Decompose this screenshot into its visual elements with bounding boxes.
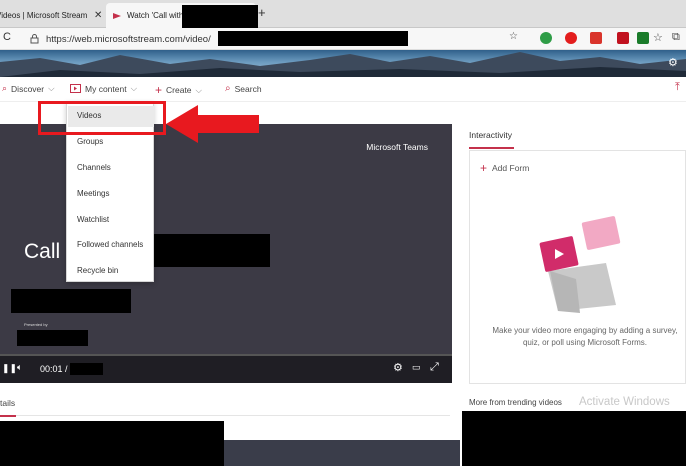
tab-title: Watch 'Call with xyxy=(127,11,184,20)
presented-by-label: Presented by xyxy=(24,322,48,327)
volume-icon[interactable]: 🔈︎ xyxy=(17,362,22,373)
menu-item-channels[interactable]: Channels xyxy=(77,163,111,172)
menu-item-recycle-bin[interactable]: Recycle bin xyxy=(77,266,118,275)
video-title: Call xyxy=(24,240,61,263)
lock-icon xyxy=(30,34,39,44)
activate-windows-watermark: Activate Windows xyxy=(579,396,670,408)
new-tab-button[interactable]: + xyxy=(258,5,266,20)
nav-create[interactable]: + Create ⌵ xyxy=(155,83,202,97)
redacted-region xyxy=(17,330,88,346)
add-form-label: Add Form xyxy=(492,163,530,173)
pdf-extension-icon[interactable] xyxy=(617,32,629,44)
interactivity-panel: + Add Form Make your video more engaging… xyxy=(469,150,686,384)
nav-create-label: Create xyxy=(166,85,192,95)
redacted-region xyxy=(70,363,103,375)
menu-item-meetings[interactable]: Meetings xyxy=(77,189,109,198)
tab-videos[interactable]: Videos | Microsoft Stream ✕ xyxy=(0,3,106,28)
chevron-down-icon: ⌵ xyxy=(48,83,55,93)
mountain-banner-image xyxy=(0,52,686,77)
video-brand-label: Microsoft Teams xyxy=(366,142,428,152)
my-content-icon xyxy=(70,84,81,93)
nav-discover[interactable]: ⌕ Discover ⌵ xyxy=(2,83,55,94)
fullscreen-icon[interactable]: ⤢ xyxy=(430,361,439,374)
search-label: Search xyxy=(234,83,262,94)
plus-icon: + xyxy=(480,161,488,175)
nav-my-content[interactable]: My content ⌵ xyxy=(70,83,137,94)
add-form-button[interactable]: + Add Form xyxy=(480,161,529,175)
tab-title: Videos | Microsoft Stream xyxy=(0,11,88,20)
shield-extension-icon[interactable] xyxy=(540,32,552,44)
green-extension-icon[interactable] xyxy=(637,32,649,44)
trending-heading: More from trending videos xyxy=(469,398,562,407)
annotation-highlight-box xyxy=(38,101,166,135)
divider xyxy=(0,415,450,416)
collections-icon[interactable]: ⧉ xyxy=(672,31,680,44)
close-icon[interactable]: ✕ xyxy=(94,10,102,21)
menu-item-followed-channels[interactable]: Followed channels xyxy=(77,240,143,249)
time-display: 00:01 / xyxy=(40,364,68,374)
nav-search[interactable]: ⌕ Search xyxy=(225,83,262,94)
nav-discover-label: Discover xyxy=(11,83,45,94)
redacted-region xyxy=(218,31,408,46)
redacted-region xyxy=(0,421,224,466)
tab-interactivity[interactable]: Interactivity xyxy=(469,130,512,140)
interactivity-message: Make your video more engaging by adding … xyxy=(492,326,678,347)
reader-icon[interactable]: ☆ xyxy=(509,31,518,42)
forms-illustration xyxy=(539,216,621,313)
tab-underline xyxy=(469,147,514,149)
tab-details[interactable]: tails xyxy=(0,398,15,408)
refresh-icon[interactable]: C xyxy=(3,31,11,43)
red-extension-icon[interactable] xyxy=(590,32,602,44)
search-icon: ⌕ xyxy=(225,83,231,94)
redacted-region xyxy=(462,411,686,466)
redacted-region xyxy=(182,5,258,28)
tab-underline xyxy=(0,415,16,417)
chevron-down-icon: ⌵ xyxy=(130,83,138,93)
stream-nav-bar: ⌕ Discover ⌵ My content ⌵ + Create ⌵ ⌕ S… xyxy=(0,77,686,102)
redacted-region xyxy=(11,289,131,313)
stream-logo-icon xyxy=(113,12,121,19)
favorites-icon[interactable]: ☆ xyxy=(653,31,663,44)
annotation-arrow-icon xyxy=(166,105,259,143)
video-controls: ❚❚ 🔈︎ 00:01 / ⚙ ▭ ⤢ xyxy=(0,354,452,383)
progress-bar[interactable] xyxy=(0,354,452,356)
plus-icon: + xyxy=(155,83,163,97)
settings-icon[interactable]: ⚙ xyxy=(668,56,678,69)
menu-item-groups[interactable]: Groups xyxy=(77,137,103,146)
upload-icon[interactable]: ⤒ xyxy=(675,81,680,94)
video-thumbnail[interactable] xyxy=(224,440,460,466)
opera-extension-icon[interactable] xyxy=(565,32,577,44)
address-bar: C https://web.microsoftstream.com/video/… xyxy=(0,28,686,50)
redacted-region xyxy=(151,234,270,267)
menu-item-watchlist[interactable]: Watchlist xyxy=(77,215,109,224)
browser-tab-strip: Videos | Microsoft Stream ✕ Watch 'Call … xyxy=(0,0,686,28)
chevron-down-icon: ⌵ xyxy=(195,84,202,95)
discover-icon: ⌕ xyxy=(2,83,8,93)
header-banner: ⚙ xyxy=(0,50,686,77)
url-text: https://web.microsoftstream.com/video/ xyxy=(46,33,211,45)
captions-icon[interactable]: ▭ xyxy=(412,362,421,373)
settings-icon[interactable]: ⚙ xyxy=(393,361,403,374)
pause-icon[interactable]: ❚❚ xyxy=(2,363,17,374)
nav-my-content-label: My content xyxy=(85,83,127,94)
